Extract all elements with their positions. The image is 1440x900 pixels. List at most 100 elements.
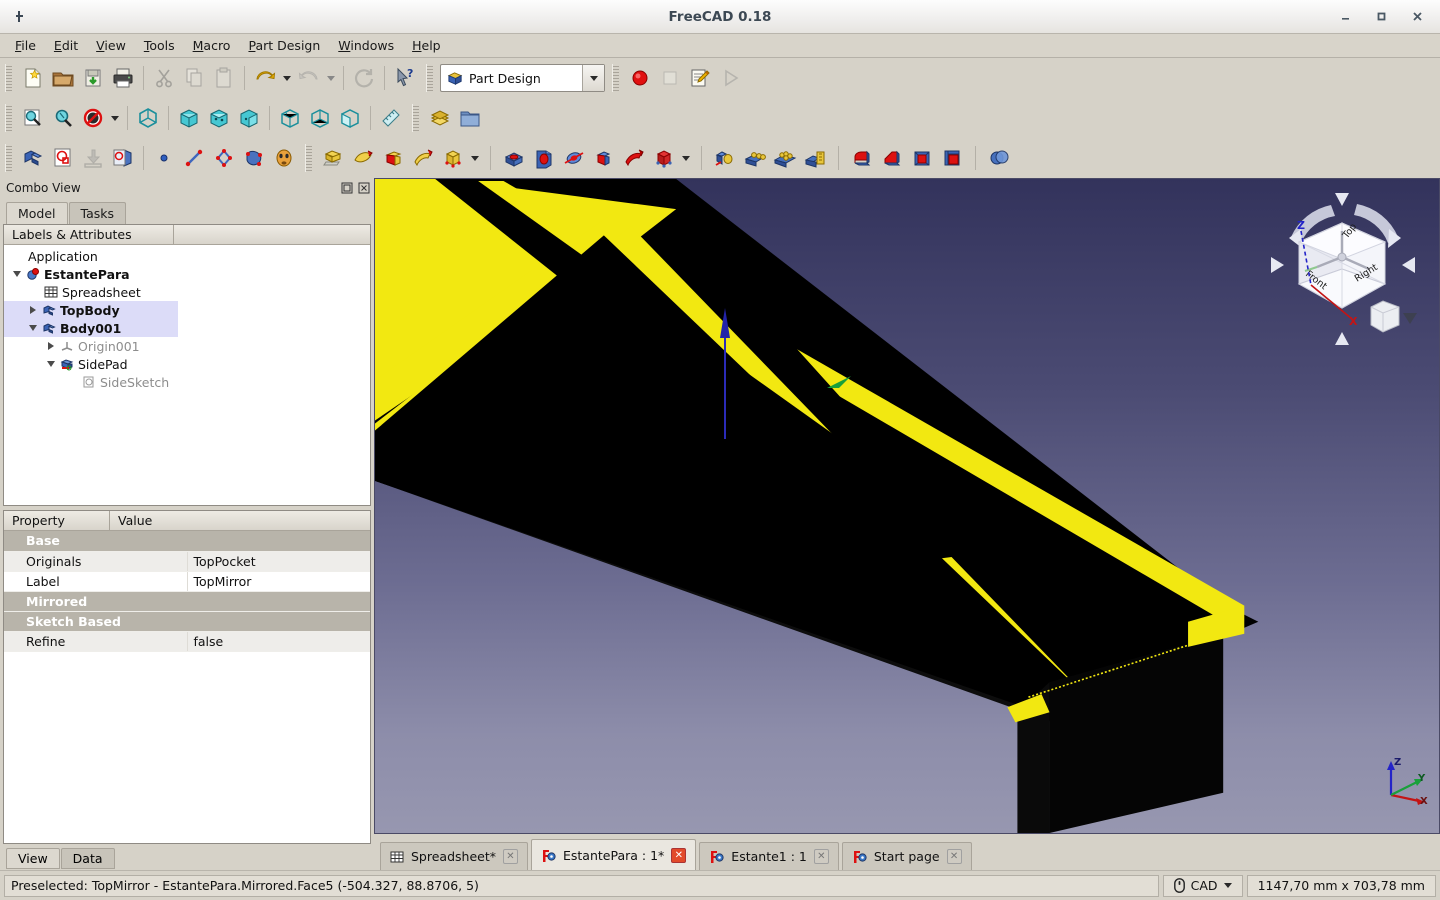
create-sketch-icon[interactable] bbox=[48, 143, 78, 173]
create-body-icon[interactable] bbox=[18, 143, 48, 173]
record-macro-icon[interactable] bbox=[625, 63, 655, 93]
fillet-icon[interactable] bbox=[847, 143, 877, 173]
subtractive-pipe-icon[interactable] bbox=[619, 143, 649, 173]
property-value[interactable]: false bbox=[187, 631, 370, 652]
additive-loft-icon[interactable] bbox=[378, 143, 408, 173]
toolbar-grip[interactable] bbox=[305, 144, 312, 172]
redo-arrow-icon[interactable] bbox=[294, 63, 324, 93]
expand-toggle-icon[interactable] bbox=[26, 306, 40, 314]
menu-help[interactable]: Help bbox=[403, 35, 450, 56]
close-icon[interactable]: ✕ bbox=[813, 849, 829, 864]
draft-icon[interactable] bbox=[907, 143, 937, 173]
hole-icon[interactable] bbox=[529, 143, 559, 173]
close-icon[interactable]: ✕ bbox=[946, 849, 962, 864]
tab-model[interactable]: Model bbox=[6, 202, 68, 225]
property-column-property[interactable]: Property bbox=[4, 511, 110, 531]
stop-macro-icon[interactable] bbox=[655, 63, 685, 93]
additive-dropdown-icon[interactable] bbox=[468, 143, 482, 173]
tree-item-estantepara[interactable]: EstantePara bbox=[4, 265, 370, 283]
datum-line-icon[interactable] bbox=[179, 143, 209, 173]
paste-icon[interactable] bbox=[209, 63, 239, 93]
thickness-icon[interactable] bbox=[937, 143, 967, 173]
top-view-icon[interactable] bbox=[204, 103, 234, 133]
additive-pipe-icon[interactable] bbox=[408, 143, 438, 173]
document-tab-start-page[interactable]: Start page ✕ bbox=[841, 842, 972, 870]
expand-toggle-icon[interactable] bbox=[10, 271, 24, 277]
menu-part-design[interactable]: Part Design bbox=[239, 35, 329, 56]
execute-macro-icon[interactable] bbox=[715, 63, 745, 93]
tree-item-body001[interactable]: Body001 bbox=[4, 319, 178, 337]
workbench-dropdown-chevron-down-icon[interactable] bbox=[582, 65, 604, 91]
pocket-icon[interactable] bbox=[499, 143, 529, 173]
print-icon[interactable] bbox=[108, 63, 138, 93]
mirrored-icon[interactable] bbox=[710, 143, 740, 173]
close-icon[interactable]: ✕ bbox=[503, 849, 518, 864]
fit-selection-icon[interactable] bbox=[48, 103, 78, 133]
multi-transform-icon[interactable] bbox=[800, 143, 830, 173]
polar-pattern-icon[interactable] bbox=[770, 143, 800, 173]
pad-icon[interactable] bbox=[318, 143, 348, 173]
menu-view[interactable]: View bbox=[87, 35, 135, 56]
toolbar-grip[interactable] bbox=[612, 64, 619, 92]
menu-macro[interactable]: Macro bbox=[184, 35, 240, 56]
property-row-originals[interactable]: Originals TopPocket bbox=[4, 551, 370, 572]
close-icon[interactable] bbox=[358, 182, 370, 194]
close-button[interactable] bbox=[1410, 10, 1424, 24]
expand-toggle-icon[interactable] bbox=[26, 325, 40, 331]
subtractive-box-icon[interactable] bbox=[649, 143, 679, 173]
menu-edit[interactable]: Edit bbox=[45, 35, 87, 56]
copy-icon[interactable] bbox=[179, 63, 209, 93]
front-view-icon[interactable] bbox=[174, 103, 204, 133]
save-icon[interactable] bbox=[78, 63, 108, 93]
workbench-folder-icon[interactable] bbox=[455, 103, 485, 133]
toolbar-grip[interactable] bbox=[5, 64, 12, 92]
bottom-view-icon[interactable] bbox=[305, 103, 335, 133]
tab-data[interactable]: Data bbox=[60, 848, 115, 869]
datum-point-icon[interactable] bbox=[149, 143, 179, 173]
property-value[interactable]: TopPocket bbox=[187, 551, 370, 572]
tree-item-topbody[interactable]: TopBody bbox=[4, 301, 178, 319]
tab-tasks[interactable]: Tasks bbox=[68, 202, 127, 224]
attach-sketch-icon[interactable] bbox=[78, 143, 108, 173]
subtractive-dropdown-icon[interactable] bbox=[679, 143, 693, 173]
edit-macro-icon[interactable] bbox=[685, 63, 715, 93]
3d-viewport[interactable]: Top Front Right Z X Z X Y bbox=[374, 178, 1440, 834]
clone-icon[interactable] bbox=[269, 143, 299, 173]
property-value[interactable]: TopMirror bbox=[187, 571, 370, 592]
measure-icon[interactable] bbox=[376, 103, 406, 133]
toolbar-grip[interactable] bbox=[5, 144, 12, 172]
left-view-icon[interactable] bbox=[335, 103, 365, 133]
menu-windows[interactable]: Windows bbox=[329, 35, 403, 56]
document-tab-spreadsheet[interactable]: Spreadsheet* ✕ bbox=[380, 842, 528, 870]
toolbar-grip[interactable] bbox=[426, 64, 433, 92]
chevron-down-icon[interactable] bbox=[1223, 883, 1232, 888]
tree-item-application[interactable]: Application bbox=[4, 247, 370, 265]
workbench-selector[interactable]: Part Design bbox=[440, 64, 605, 92]
datum-plane-icon[interactable] bbox=[209, 143, 239, 173]
property-row-label[interactable]: Label TopMirror bbox=[4, 571, 370, 592]
tab-view[interactable]: View bbox=[6, 848, 60, 869]
open-folder-icon[interactable] bbox=[48, 63, 78, 93]
expand-toggle-icon[interactable] bbox=[44, 361, 58, 367]
tree-item-sidepad[interactable]: SidePad bbox=[4, 355, 370, 373]
redo-dropdown-icon[interactable] bbox=[324, 63, 338, 93]
draw-style-dropdown-icon[interactable] bbox=[108, 103, 122, 133]
draw-style-icon[interactable] bbox=[78, 103, 108, 133]
refresh-icon[interactable] bbox=[349, 63, 379, 93]
revolution-icon[interactable] bbox=[348, 143, 378, 173]
linear-pattern-icon[interactable] bbox=[740, 143, 770, 173]
shape-binder-icon[interactable] bbox=[239, 143, 269, 173]
tree-item-sidesketch[interactable]: SideSketch bbox=[4, 373, 370, 391]
edit-sketch-icon[interactable] bbox=[108, 143, 138, 173]
property-column-value[interactable]: Value bbox=[110, 511, 370, 531]
tree-column-labels-attributes[interactable]: Labels & Attributes bbox=[4, 225, 174, 245]
boolean-icon[interactable] bbox=[984, 143, 1014, 173]
rear-view-icon[interactable] bbox=[275, 103, 305, 133]
groove-icon[interactable] bbox=[559, 143, 589, 173]
cut-scissors-icon[interactable] bbox=[149, 63, 179, 93]
property-row-refine[interactable]: Refine false bbox=[4, 631, 370, 652]
axonometric-icon[interactable] bbox=[133, 103, 163, 133]
menu-file[interactable]: File bbox=[6, 35, 45, 56]
undock-icon[interactable] bbox=[341, 182, 353, 194]
tree-item-spreadsheet[interactable]: Spreadsheet bbox=[4, 283, 370, 301]
